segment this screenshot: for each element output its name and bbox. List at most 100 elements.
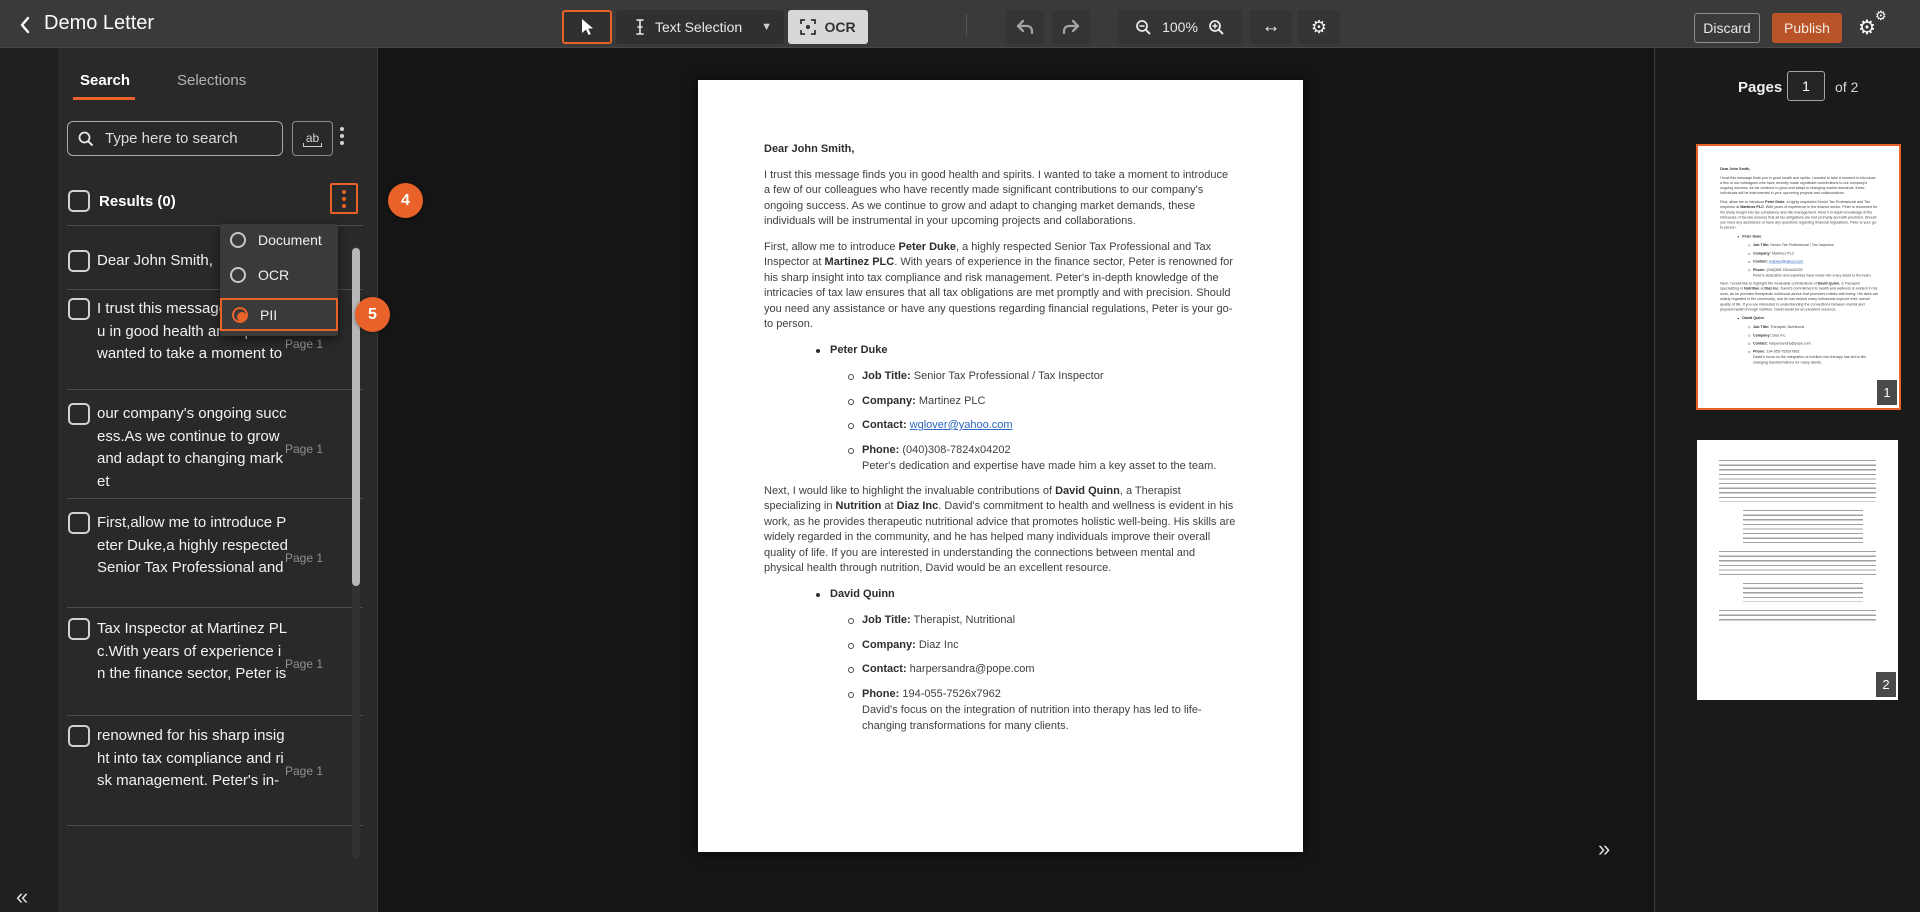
- search-options-menu-button[interactable]: [340, 127, 344, 145]
- tab-search[interactable]: Search: [80, 72, 130, 89]
- radio-icon: [230, 267, 246, 283]
- zoom-in-button[interactable]: [1208, 19, 1225, 36]
- result-text: Tax Inspector at Martinez PLc.With years…: [97, 618, 289, 686]
- gear-icon: ⚙: [1311, 17, 1327, 38]
- chevron-down-icon: ▼: [761, 21, 772, 33]
- zoom-controls: 100%: [1118, 10, 1242, 44]
- result-checkbox[interactable]: [68, 250, 90, 272]
- results-filter-menu: Document OCR PII: [220, 224, 338, 336]
- onboarding-step-badge-5: 5: [355, 297, 390, 332]
- horizontal-arrows-icon: ↔: [1262, 16, 1281, 38]
- search-result-item[interactable]: our company's ongoing success.As we cont…: [68, 403, 368, 495]
- result-checkbox[interactable]: [68, 403, 90, 425]
- letter-block: David Quinn: [764, 587, 1237, 603]
- result-checkbox[interactable]: [68, 512, 90, 534]
- view-settings-button[interactable]: ⚙: [1298, 10, 1340, 44]
- ocr-frame-icon: [800, 19, 816, 35]
- document-page[interactable]: Dear John Smith, I trust this message fin…: [698, 80, 1303, 852]
- radio-icon: [230, 232, 246, 248]
- letter-block: Contact: harpersandra@pope.com: [1720, 341, 1878, 346]
- radio-checked-icon: [232, 307, 248, 323]
- ibeam-icon: [634, 18, 646, 36]
- result-checkbox[interactable]: [68, 618, 90, 640]
- letter-block: Phone: (040)308-7824x04202Peter's dedica…: [1720, 267, 1878, 278]
- letter-block: Company: Martinez PLC: [1720, 251, 1878, 256]
- search-input[interactable]: [103, 129, 306, 148]
- letter-block: Dear John Smith,: [1720, 167, 1878, 172]
- app-window: Demo Letter Text Selection ▼ OCR: [0, 0, 1920, 912]
- letter-block: Next, I would like to highlight the inva…: [1720, 281, 1878, 312]
- result-page-label: Page 1: [285, 657, 323, 671]
- letter-block: Job Title: Senior Tax Professional / Tax…: [1720, 243, 1878, 248]
- fit-width-button[interactable]: ↔: [1250, 10, 1292, 44]
- letter-block: I trust this message finds you in good h…: [1720, 175, 1878, 196]
- text-selection-tool-button[interactable]: Text Selection ▼: [616, 10, 784, 44]
- thumbnail-page-preview: Dear John Smith, I trust this message fin…: [1698, 146, 1899, 410]
- pages-panel: Pages of 2 Dear John Smith,I trust this …: [1654, 48, 1920, 912]
- letter-block: First, allow me to introduce Peter Duke,…: [1720, 199, 1878, 230]
- menu-item-document[interactable]: Document: [230, 232, 322, 248]
- search-result-item[interactable]: Tax Inspector at Martinez PLc.With years…: [68, 618, 368, 710]
- letter-block: I trust this message finds you in good h…: [764, 168, 1237, 230]
- menu-item-pii[interactable]: PII: [220, 298, 338, 331]
- result-text: our company's ongoing success.As we cont…: [97, 403, 289, 493]
- gear-icon-small: ⚙: [1875, 8, 1887, 24]
- result-page-label: Page 1: [285, 442, 323, 456]
- thumbnail-page-preview: [1697, 440, 1898, 624]
- collapse-left-panel-button[interactable]: «: [16, 884, 28, 910]
- collapse-right-panel-button[interactable]: »: [1598, 836, 1610, 862]
- results-header: Results (0): [99, 193, 176, 210]
- kebab-icon: [342, 190, 346, 208]
- menu-item-label: PII: [260, 307, 277, 323]
- result-checkbox[interactable]: [68, 298, 90, 320]
- letter-block: David Quinn: [1720, 316, 1878, 321]
- divider: [67, 825, 363, 826]
- undo-button[interactable]: [1006, 10, 1044, 44]
- letter-block: Job Title: Senior Tax Professional / Tax…: [764, 369, 1237, 385]
- divider: [67, 607, 363, 608]
- match-whole-word-button[interactable]: ab: [292, 121, 333, 156]
- zoom-out-button[interactable]: [1135, 19, 1152, 36]
- search-result-item[interactable]: renowned for his sharp insight into tax …: [68, 725, 368, 817]
- undo-icon: [1015, 19, 1035, 35]
- select-all-results-checkbox[interactable]: [68, 190, 90, 212]
- ocr-button[interactable]: OCR: [788, 10, 868, 44]
- discard-button[interactable]: Discard: [1694, 13, 1760, 43]
- results-menu-button[interactable]: [330, 183, 358, 214]
- result-page-label: Page 1: [285, 337, 323, 351]
- letter-block: Contact: wglover@yahoo.com: [1720, 259, 1878, 264]
- page-thumbnail-2[interactable]: 2: [1697, 440, 1898, 700]
- thumbnail-page-number: 1: [1877, 380, 1897, 405]
- redo-icon: [1061, 19, 1081, 35]
- result-checkbox[interactable]: [68, 725, 90, 747]
- result-text: First,allow me to introduce Peter Duke,a…: [97, 512, 289, 580]
- zoom-level: 100%: [1162, 19, 1198, 35]
- letter-block: Peter Duke: [1720, 234, 1878, 239]
- letter-block: Dear John Smith,: [764, 142, 1237, 158]
- search-result-item[interactable]: First,allow me to introduce Peter Duke,a…: [68, 512, 368, 604]
- left-icon-strip: «: [0, 48, 58, 912]
- gear-icon: ⚙: [1858, 15, 1876, 40]
- back-button[interactable]: [12, 12, 38, 38]
- cursor-tool-button[interactable]: [562, 10, 612, 44]
- letter-block: First, allow me to introduce Peter Duke,…: [764, 240, 1237, 333]
- cursor-arrow-icon: [580, 18, 594, 36]
- current-page-input[interactable]: [1787, 71, 1825, 101]
- tab-selections[interactable]: Selections: [177, 72, 246, 89]
- page-count-label: of 2: [1835, 79, 1858, 95]
- letter-block: Job Title: Therapist, Nutritional: [1720, 325, 1878, 330]
- results-scrollbar-thumb[interactable]: [352, 248, 360, 586]
- redo-button[interactable]: [1052, 10, 1090, 44]
- letter-block: Job Title: Therapist, Nutritional: [764, 613, 1237, 629]
- letter-block: Phone: 194-055-7526x7962David's focus on…: [1720, 349, 1878, 365]
- letter-block: Phone: 194-055-7526x7962David's focus on…: [764, 687, 1237, 735]
- email-link[interactable]: wglover@yahoo.com: [910, 419, 1013, 431]
- result-page-label: Page 1: [285, 551, 323, 565]
- menu-item-ocr[interactable]: OCR: [230, 267, 289, 283]
- back-chevron-icon: [19, 16, 31, 34]
- settings-button[interactable]: ⚙ ⚙: [1856, 8, 1896, 40]
- publish-button[interactable]: Publish: [1772, 13, 1842, 43]
- page-thumbnail-1[interactable]: Dear John Smith, I trust this message fin…: [1696, 144, 1901, 410]
- ocr-label: OCR: [824, 19, 855, 35]
- search-icon: [78, 131, 94, 147]
